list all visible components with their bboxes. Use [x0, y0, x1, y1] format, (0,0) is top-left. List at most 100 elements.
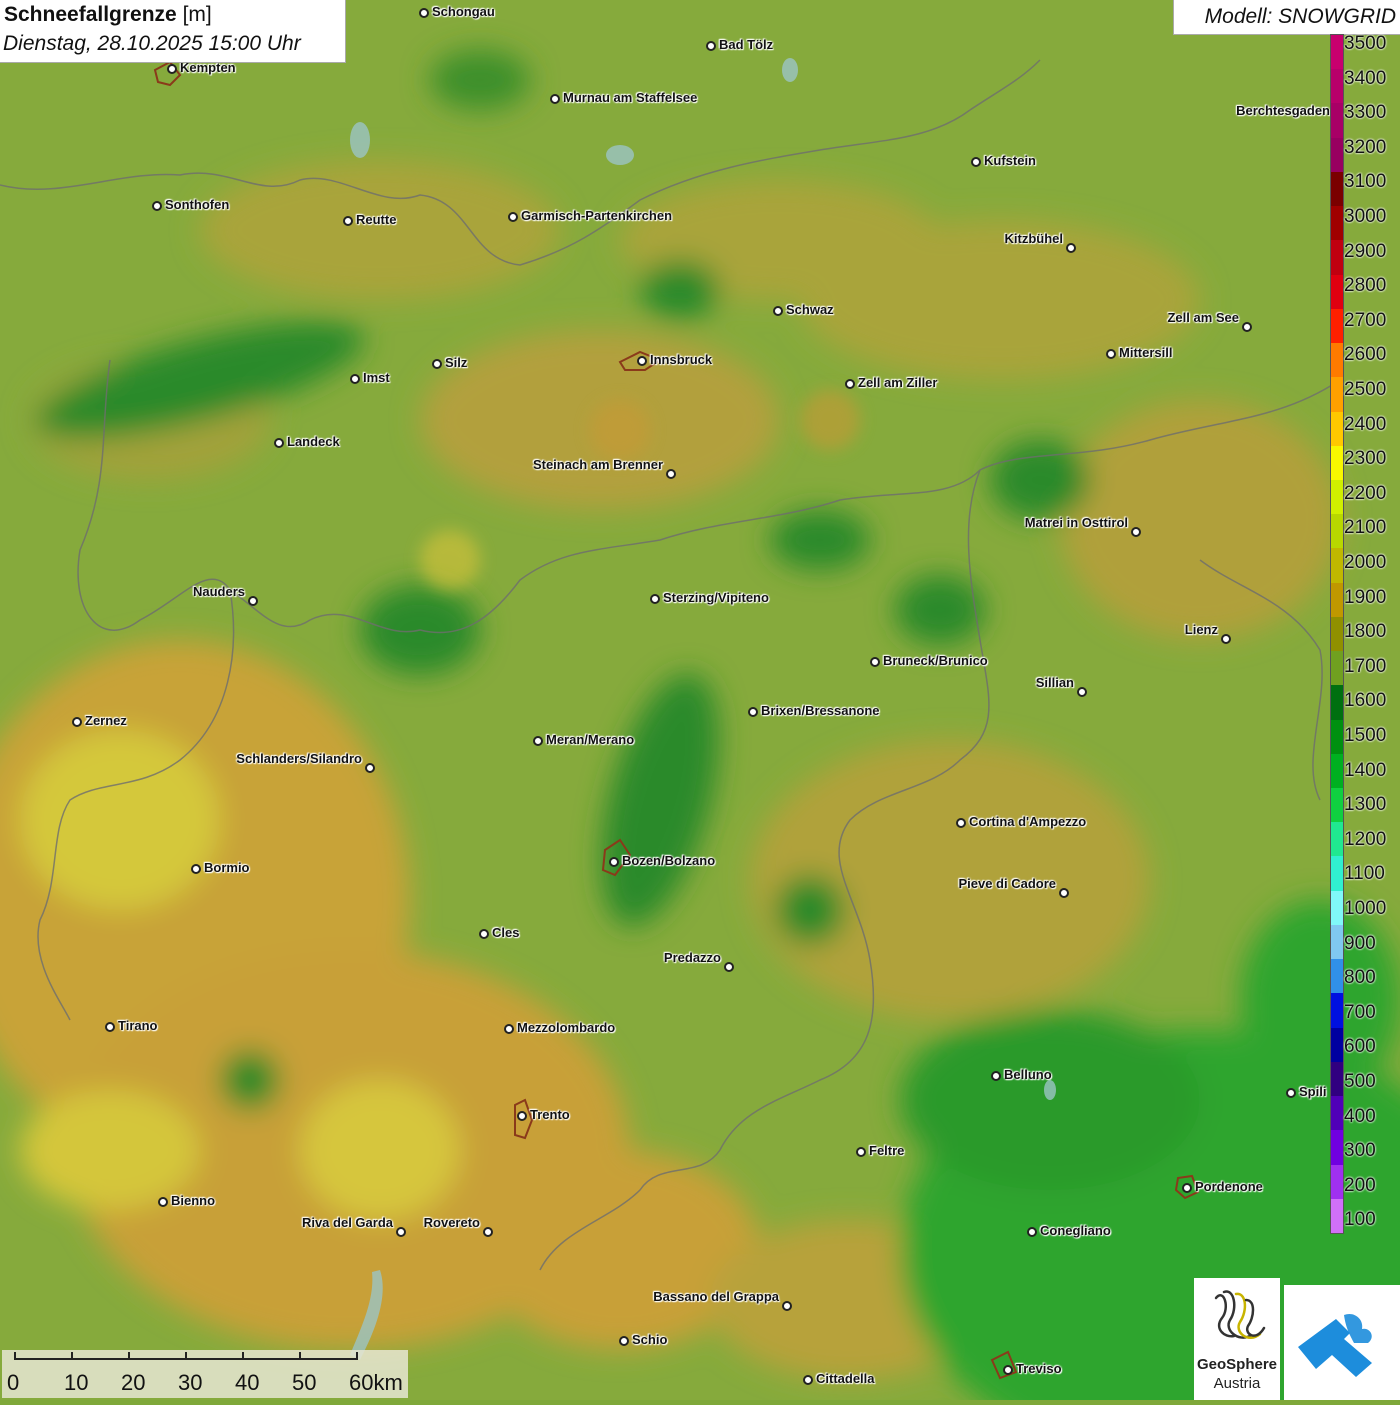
legend-label: 3000: [1344, 206, 1387, 227]
city-label: Trento: [530, 1107, 570, 1122]
map-title: Schneefallgrenze [m]: [4, 3, 212, 26]
city-marker: [350, 374, 360, 384]
city-marker: [550, 94, 560, 104]
city-marker: [1182, 1183, 1192, 1193]
city-label: Tirano: [118, 1018, 158, 1033]
city-marker: [1027, 1227, 1037, 1237]
legend-swatch: [1331, 1096, 1343, 1131]
legend-label: 2500: [1344, 379, 1387, 400]
city-label: Bormio: [204, 860, 250, 875]
city-marker: [1221, 634, 1231, 644]
city-label: Kufstein: [984, 153, 1036, 168]
legend-label: 1800: [1344, 621, 1387, 643]
city-marker: [152, 201, 162, 211]
city-marker: [396, 1227, 406, 1237]
legend-label: 1000: [1344, 898, 1387, 919]
legend-label: 800: [1344, 967, 1376, 989]
scale-tick: [356, 1352, 358, 1360]
legend-swatch: [1331, 171, 1343, 207]
scale-label: 30: [178, 1370, 203, 1395]
model-label: Modell: SNOWGRID: [1204, 5, 1396, 28]
legend-label: 100: [1344, 1209, 1376, 1231]
city-label: Silz: [445, 355, 468, 370]
legend-label: 2400: [1344, 413, 1387, 435]
logo-text-geosphere: GeoSphere: [1196, 1356, 1278, 1373]
city-marker: [483, 1227, 493, 1237]
legend-color-bar: [1330, 34, 1344, 1234]
snow-logo: [1284, 1285, 1400, 1400]
legend-label: 900: [1344, 932, 1376, 954]
city-label: Sillian: [1035, 675, 1074, 690]
city-label: Cittadella: [816, 1371, 875, 1386]
city-label: Treviso: [1016, 1361, 1062, 1376]
scale-label: 10: [64, 1370, 89, 1395]
legend-label: 700: [1344, 1001, 1376, 1023]
city-label: Matrei in Osttirol: [1024, 515, 1128, 530]
city-label: Mittersill: [1119, 345, 1173, 360]
legend-swatch: [1331, 240, 1343, 276]
city-marker: [167, 64, 177, 74]
legend-label: 400: [1344, 1105, 1376, 1127]
city-marker: [1106, 349, 1116, 359]
city-label: Zell am Ziller: [858, 375, 938, 390]
legend-label: 3400: [1344, 67, 1387, 89]
city-label: Mezzolombardo: [517, 1020, 616, 1035]
city-marker: [619, 1336, 629, 1346]
legend-label: 1300: [1344, 794, 1387, 816]
city-marker: [971, 157, 981, 167]
scale-tick: [14, 1352, 16, 1360]
city-label: Murnau am Staffelsee: [563, 90, 698, 105]
city-label: Landeck: [287, 434, 340, 449]
city-marker: [706, 41, 716, 51]
legend-swatch: [1331, 1061, 1343, 1097]
city-marker: [773, 306, 783, 316]
city-label: Innsbruck: [650, 352, 713, 367]
city-marker: [856, 1147, 866, 1157]
city-marker: [365, 763, 375, 773]
legend-label: 1100: [1344, 863, 1385, 885]
city-label: Schio: [632, 1332, 668, 1347]
city-label: Zernez: [85, 713, 127, 728]
city-label: Bassano del Grappa: [653, 1289, 779, 1304]
city-label: Nauders: [192, 584, 245, 599]
legend-label: 600: [1344, 1036, 1376, 1058]
city-label: Pieve di Cadore: [958, 876, 1056, 891]
scale-label: 50: [292, 1370, 317, 1395]
city-label: Sonthofen: [165, 197, 230, 212]
legend-swatch: [1331, 651, 1343, 686]
city-marker: [845, 379, 855, 389]
city-label: Garmisch-Partenkirchen: [521, 208, 673, 223]
city-label: Spili: [1299, 1084, 1327, 1099]
city-label: Belluno: [1004, 1067, 1052, 1082]
legend-swatch: [1331, 479, 1343, 515]
legend-label: 2200: [1344, 482, 1387, 504]
legend-swatch: [1331, 753, 1343, 789]
city-marker: [508, 212, 518, 222]
city-label: Cortina d'Ampezzo: [969, 814, 1087, 829]
city-marker: [504, 1024, 514, 1034]
city-label: Pordenone: [1195, 1179, 1263, 1194]
legend-label: 3100: [1344, 171, 1387, 193]
legend-label: 2300: [1344, 448, 1387, 470]
city-label: Lienz: [1184, 622, 1218, 637]
legend-label: 1500: [1344, 725, 1387, 746]
legend-label: 3500: [1344, 33, 1387, 54]
scale-label: 20: [121, 1370, 146, 1395]
city-marker: [1242, 322, 1252, 332]
city-label: Schwaz: [786, 302, 834, 317]
city-label: Bienno: [171, 1193, 216, 1208]
city-marker: [274, 438, 284, 448]
legend-swatch: [1331, 206, 1343, 241]
legend-swatch: [1331, 924, 1343, 960]
scale-tick: [299, 1352, 301, 1360]
city-label: Feltre: [869, 1143, 905, 1158]
city-label: Rovereto: [423, 1215, 480, 1230]
city-label: Zell am See: [1167, 310, 1239, 325]
city-label: Schlanders/Silandro: [236, 751, 362, 766]
city-label: Meran/Merano: [546, 732, 635, 747]
legend-label: 1900: [1344, 586, 1387, 608]
legend-swatch: [1331, 103, 1343, 139]
city-marker: [803, 1375, 813, 1385]
city-marker: [343, 216, 353, 226]
city-label: Predazzo: [663, 950, 721, 965]
